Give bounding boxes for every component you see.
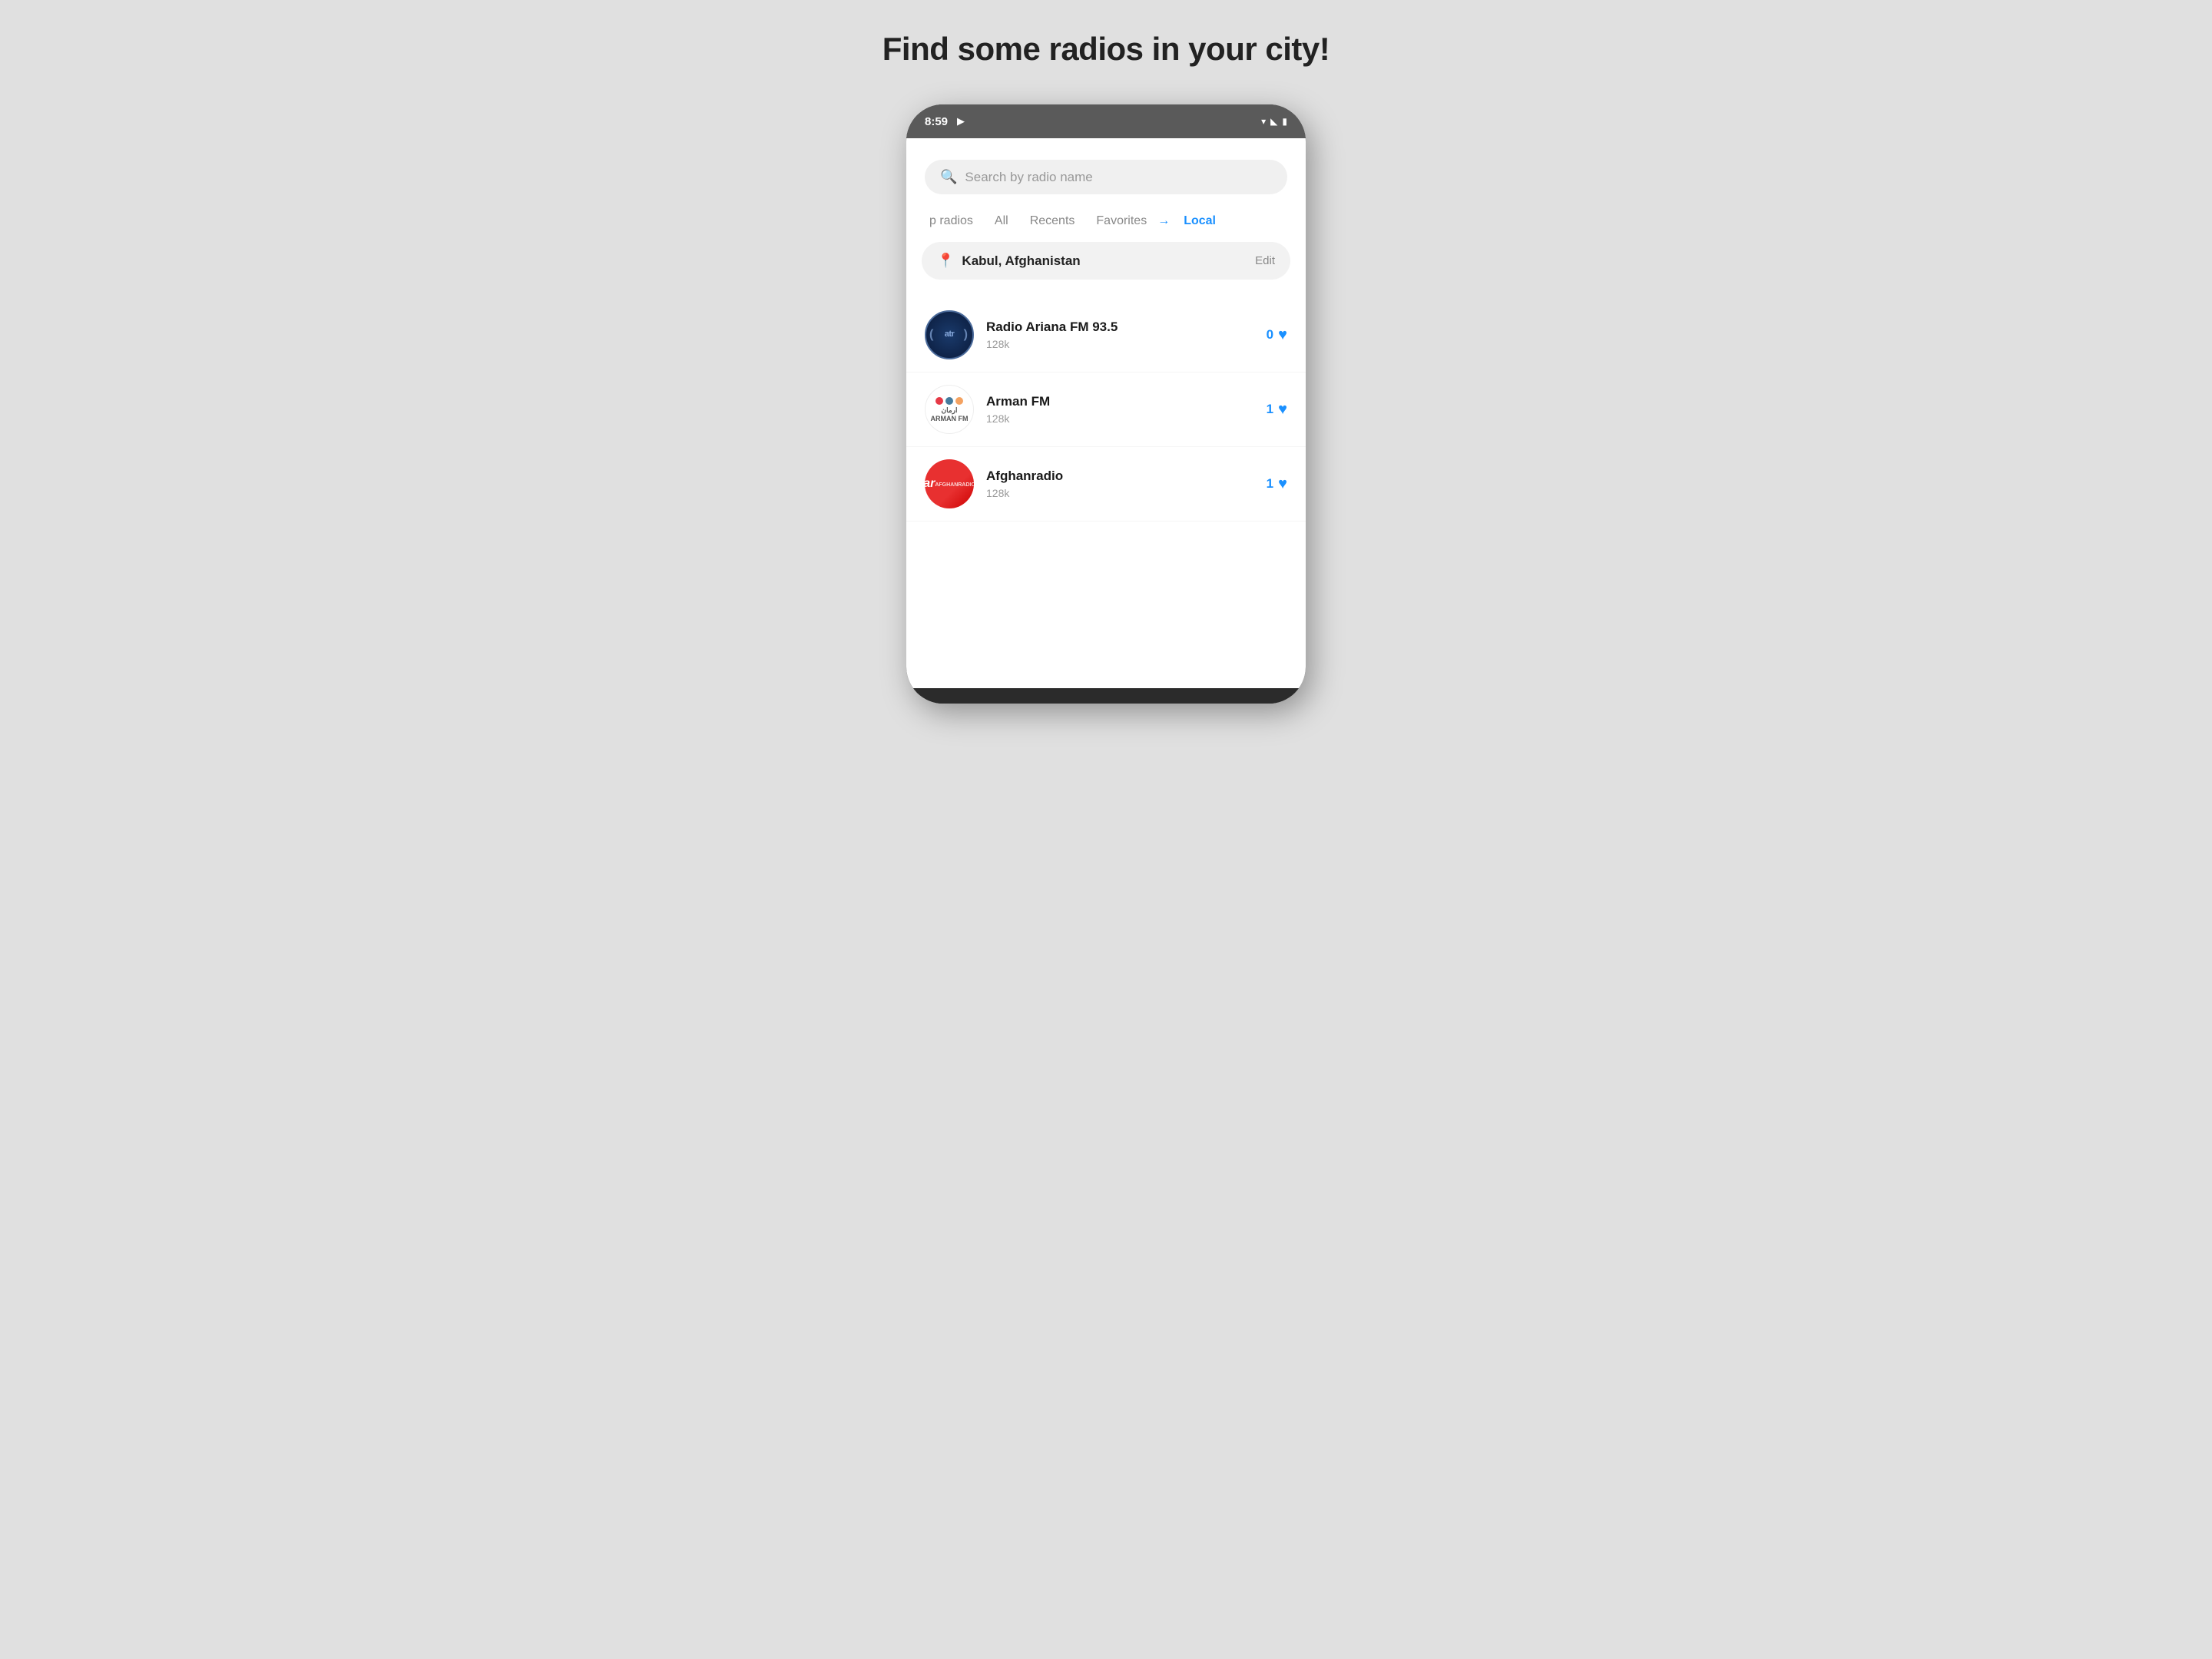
radio-bitrate: 128k	[986, 338, 1254, 350]
phone-frame: 8:59 ▶ ▾ ◣ ▮ 🔍 Search by radio name p ra…	[906, 104, 1306, 704]
play-icon: ▶	[957, 115, 965, 127]
arman-dot-blue	[945, 397, 953, 405]
radio-item[interactable]: ارمانARMAN FM Arman FM 128k 1 ♥	[906, 373, 1306, 447]
radio-info: Radio Ariana FM 93.5 128k	[986, 320, 1254, 350]
status-left: 8:59 ▶	[925, 115, 965, 128]
radio-logo-afghan: ar AFGHANRADIO	[925, 459, 974, 508]
phone-bottom	[906, 688, 1306, 704]
ariana-logo-text: atr	[945, 329, 955, 339]
radio-bitrate: 128k	[986, 487, 1254, 499]
signal-icon: ◣	[1270, 116, 1277, 127]
tab-favorites[interactable]: Favorites	[1085, 210, 1157, 233]
arman-dots	[935, 397, 963, 405]
tab-top-radios[interactable]: p radios	[919, 210, 984, 233]
tab-all[interactable]: All	[984, 210, 1019, 233]
search-bar[interactable]: 🔍 Search by radio name	[925, 160, 1287, 194]
status-time: 8:59	[925, 115, 948, 128]
location-name: Kabul, Afghanistan	[962, 253, 1247, 269]
tab-recents[interactable]: Recents	[1019, 210, 1086, 233]
radio-list: ( atr ) Radio Ariana FM 93.5 128k 0 ♥	[906, 292, 1306, 528]
arrow-icon: →	[1157, 214, 1170, 228]
signal-right-icon: )	[964, 328, 968, 342]
radio-name: Afghanradio	[986, 469, 1254, 484]
search-icon: 🔍	[940, 169, 957, 185]
location-bar[interactable]: 📍 Kabul, Afghanistan Edit	[922, 242, 1290, 280]
radio-likes[interactable]: 0 ♥	[1267, 326, 1287, 344]
likes-count: 1	[1267, 476, 1273, 492]
radio-info: Afghanradio 128k	[986, 469, 1254, 499]
page-title: Find some radios in your city!	[882, 31, 1330, 68]
wifi-icon: ▾	[1261, 116, 1266, 127]
arman-logo-text: ارمانARMAN FM	[931, 406, 969, 422]
arman-dot-red	[935, 397, 943, 405]
heart-icon: ♥	[1278, 401, 1287, 419]
tab-local[interactable]: Local	[1173, 210, 1227, 233]
heart-icon: ♥	[1278, 326, 1287, 344]
radio-likes[interactable]: 1 ♥	[1267, 475, 1287, 493]
radio-logo-ariana: ( atr )	[925, 310, 974, 359]
radio-likes[interactable]: 1 ♥	[1267, 401, 1287, 419]
location-icon: 📍	[937, 253, 954, 269]
radio-name: Arman FM	[986, 394, 1254, 409]
afghan-logo-text: ar	[925, 477, 935, 491]
likes-count: 0	[1267, 327, 1273, 343]
radio-item[interactable]: ( atr ) Radio Ariana FM 93.5 128k 0 ♥	[906, 298, 1306, 373]
signal-left-icon: (	[929, 328, 933, 342]
battery-icon: ▮	[1282, 116, 1287, 127]
radio-item[interactable]: ar AFGHANRADIO Afghanradio 128k 1 ♥	[906, 447, 1306, 522]
afghan-logo-subtext: AFGHANRADIO	[935, 482, 974, 488]
radio-name: Radio Ariana FM 93.5	[986, 320, 1254, 335]
filter-tabs: p radios All Recents Favorites → Local	[906, 207, 1306, 242]
search-area: 🔍 Search by radio name	[906, 138, 1306, 207]
arman-dot-orange	[955, 397, 963, 405]
status-right: ▾ ◣ ▮	[1261, 116, 1287, 127]
location-area: 📍 Kabul, Afghanistan Edit	[906, 242, 1306, 292]
status-bar: 8:59 ▶ ▾ ◣ ▮	[906, 104, 1306, 138]
search-placeholder: Search by radio name	[965, 170, 1092, 185]
radio-bitrate: 128k	[986, 412, 1254, 425]
edit-button[interactable]: Edit	[1255, 254, 1275, 267]
radio-info: Arman FM 128k	[986, 394, 1254, 425]
radio-logo-arman: ارمانARMAN FM	[925, 385, 974, 434]
phone-screen: 🔍 Search by radio name p radios All Rece…	[906, 138, 1306, 688]
likes-count: 1	[1267, 402, 1273, 417]
heart-icon: ♥	[1278, 475, 1287, 493]
